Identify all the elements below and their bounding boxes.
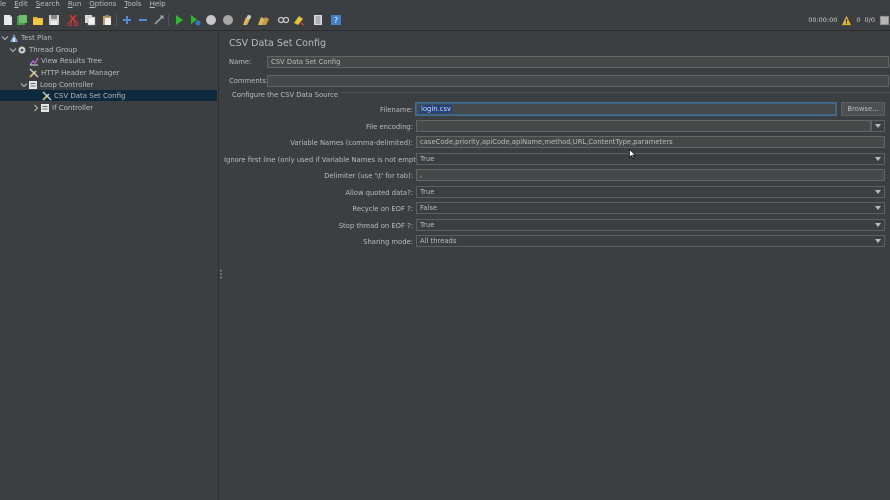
mouse-cursor-icon — [629, 148, 637, 159]
delimiter-field[interactable]: , — [416, 169, 885, 181]
help-icon[interactable]: ? — [330, 14, 342, 26]
gear-icon — [17, 45, 27, 55]
controller-icon — [40, 103, 50, 113]
comments-field[interactable] — [267, 75, 889, 87]
wrench-icon — [29, 68, 39, 78]
chevron-down-icon[interactable] — [9, 46, 17, 54]
name-label: Name: — [229, 58, 252, 66]
delimiter-label: Delimiter (use '\t' for tab): — [324, 172, 413, 180]
chevron-down-icon — [875, 206, 881, 210]
variable-names-field[interactable]: caseCode,priority,apiCode,apiName,method… — [416, 136, 885, 148]
warning-count: 0 — [856, 16, 861, 24]
clear-icon[interactable] — [241, 14, 253, 26]
chevron-down-icon[interactable] — [1, 34, 9, 42]
filename-field[interactable]: login.csv — [416, 103, 836, 115]
running-indicator-icon — [879, 15, 890, 26]
toolbar-separator — [116, 14, 117, 26]
allow-quoted-select[interactable]: True — [416, 186, 885, 198]
menu-search[interactable]: Search — [36, 0, 60, 9]
chevron-down-icon — [875, 157, 881, 161]
recycle-value: False — [420, 204, 438, 212]
reset-search-icon[interactable] — [293, 14, 305, 26]
allow-quoted-label: Allow quoted data?: — [345, 189, 413, 197]
paste-icon[interactable] — [101, 14, 113, 26]
svg-text:?: ? — [334, 16, 338, 25]
chevron-right-icon[interactable] — [32, 104, 40, 112]
section-title: Configure the CSV Data Source — [229, 91, 342, 99]
browse-button[interactable]: Browse... — [841, 102, 885, 116]
filename-label: Filename: — [380, 106, 413, 114]
tree-node-if-controller[interactable]: If Controller — [32, 102, 93, 113]
tree-node-csv-data-set-config[interactable]: CSV Data Set Config — [0, 90, 217, 101]
comments-label: Comments: — [229, 77, 269, 85]
stop-thread-label: Stop thread on EOF ?: — [338, 222, 413, 230]
wrench-icon — [42, 91, 52, 101]
sharing-mode-value: All threads — [420, 237, 457, 245]
tree-node-http-header-manager[interactable]: HTTP Header Manager — [29, 67, 120, 78]
allow-quoted-value: True — [420, 188, 435, 196]
tree-node-thread-group[interactable]: Thread Group — [9, 44, 77, 55]
menu-file[interactable]: ile — [0, 0, 6, 9]
chevron-down-icon — [875, 124, 881, 128]
expand-icon[interactable] — [121, 14, 133, 26]
start-icon[interactable] — [173, 14, 185, 26]
stop-icon[interactable] — [205, 14, 217, 26]
menu-edit[interactable]: Edit — [14, 0, 28, 9]
templates-icon[interactable] — [16, 14, 28, 26]
menu-tools[interactable]: Tools — [124, 0, 141, 9]
sharing-mode-label: Sharing mode: — [363, 238, 413, 246]
search-icon[interactable] — [277, 14, 289, 26]
toolbar-separator — [168, 14, 169, 26]
shutdown-icon[interactable] — [222, 14, 234, 26]
stop-thread-select[interactable]: True — [416, 219, 885, 231]
elapsed-time: 00:00:00 — [808, 16, 838, 24]
ignore-first-line-value: True — [420, 155, 435, 163]
chart-icon — [29, 56, 39, 66]
new-icon[interactable] — [2, 14, 14, 26]
test-plan-tree: Test Plan Thread Group View Results Tree… — [0, 32, 218, 500]
split-pane-divider[interactable] — [218, 32, 223, 500]
csv-config-panel: CSV Data Set Config Name: CSV Data Set C… — [224, 32, 890, 500]
chevron-down-icon — [875, 223, 881, 227]
toggle-icon[interactable] — [153, 14, 165, 26]
encoding-field[interactable] — [416, 120, 871, 132]
drag-handle-icon[interactable] — [220, 269, 222, 279]
controller-icon — [28, 80, 38, 90]
cut-icon[interactable] — [67, 14, 79, 26]
stop-thread-value: True — [420, 221, 435, 229]
toolbar: ? 00:00:00 0 0/0 — [0, 9, 890, 31]
name-field[interactable]: CSV Data Set Config — [267, 56, 889, 68]
chevron-down-icon[interactable] — [20, 81, 28, 89]
page-title: CSV Data Set Config — [229, 38, 326, 49]
start-no-pauses-icon[interactable] — [189, 14, 201, 26]
save-icon[interactable] — [48, 14, 60, 26]
test-plan-icon — [9, 33, 19, 43]
tree-node-loop-controller[interactable]: Loop Controller — [20, 79, 93, 90]
menu-run[interactable]: Run — [68, 0, 81, 9]
variable-names-label: Variable Names (comma-delimited): — [290, 139, 413, 147]
tree-node-view-results-tree[interactable]: View Results Tree — [29, 55, 102, 66]
thread-count: 0/0 — [864, 16, 875, 24]
chevron-down-icon — [875, 190, 881, 194]
test-status: 00:00:00 0 0/0 — [808, 14, 890, 26]
copy-icon[interactable] — [84, 14, 96, 26]
ignore-first-line-label: Ignore first line (only used if Variable… — [224, 156, 425, 164]
menu-options[interactable]: Options — [89, 0, 116, 9]
filename-value: login.csv — [420, 105, 453, 113]
menu-bar: ile Edit Search Run Options Tools Help — [0, 0, 890, 9]
recycle-select[interactable]: False — [416, 202, 885, 214]
clear-all-icon[interactable] — [257, 14, 269, 26]
chevron-down-icon — [875, 239, 881, 243]
encoding-dropdown-button[interactable] — [871, 120, 885, 132]
encoding-label: File encoding: — [365, 123, 413, 131]
ignore-first-line-select[interactable]: True — [416, 153, 885, 165]
sharing-mode-select[interactable]: All threads — [416, 235, 885, 247]
recycle-label: Recycle on EOF ?: — [352, 205, 413, 213]
menu-help[interactable]: Help — [150, 0, 166, 9]
warning-icon[interactable] — [841, 15, 852, 26]
collapse-icon[interactable] — [137, 14, 149, 26]
tree-node-test-plan[interactable]: Test Plan — [1, 32, 52, 43]
open-icon[interactable] — [32, 14, 44, 26]
function-helper-icon[interactable] — [312, 14, 324, 26]
